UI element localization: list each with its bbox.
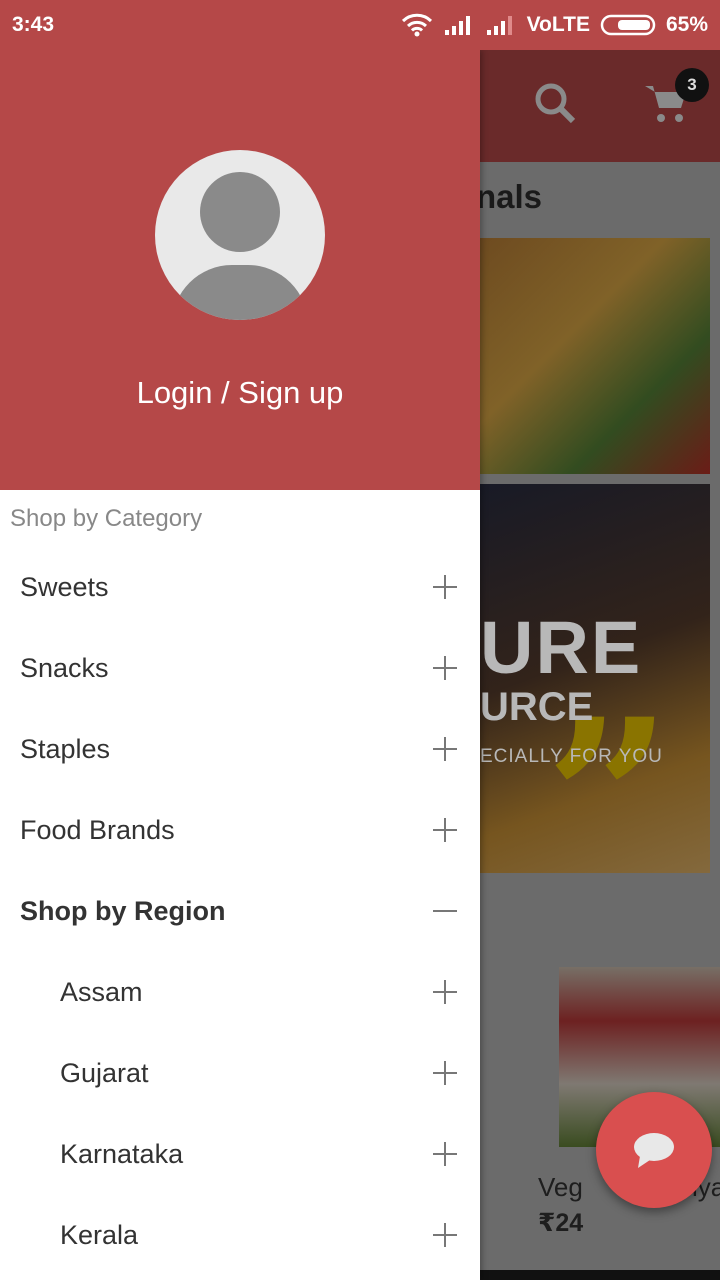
avatar[interactable] bbox=[155, 150, 325, 320]
wifi-icon bbox=[401, 13, 432, 37]
signal-icon bbox=[444, 16, 470, 35]
plus-icon[interactable] bbox=[433, 1061, 457, 1085]
drawer-item-label: Food Brands bbox=[20, 815, 175, 845]
drawer-item-label: Assam bbox=[60, 977, 143, 1007]
drawer-item-label: Snacks bbox=[20, 653, 109, 683]
plus-icon[interactable] bbox=[433, 656, 457, 680]
drawer-item-food-brands[interactable]: Food Brands bbox=[0, 790, 480, 871]
drawer-item-gujarat[interactable]: Gujarat bbox=[0, 1033, 480, 1114]
plus-icon[interactable] bbox=[433, 737, 457, 761]
drawer-item-label: Karnataka bbox=[60, 1139, 184, 1169]
cart-count-badge: 3 bbox=[675, 68, 709, 102]
plus-icon[interactable] bbox=[433, 818, 457, 842]
drawer-item-kerala[interactable]: Kerala bbox=[0, 1195, 480, 1276]
product-price: ₹24 bbox=[538, 1209, 584, 1237]
chat-icon bbox=[634, 1133, 674, 1168]
battery-icon bbox=[600, 14, 656, 36]
chat-button[interactable] bbox=[596, 1092, 712, 1208]
drawer-item-label: Gujarat bbox=[60, 1058, 149, 1088]
drawer-item-shop-by-region[interactable]: Shop by Region bbox=[0, 871, 480, 952]
product-name-part: Veg bbox=[538, 1172, 583, 1202]
status-bar: 3:43 VoLTE 65% bbox=[0, 0, 720, 50]
drawer-item-staples[interactable]: Staples bbox=[0, 709, 480, 790]
search-icon[interactable] bbox=[532, 80, 578, 126]
plus-icon[interactable] bbox=[433, 575, 457, 599]
drawer-item-label: Kerala bbox=[60, 1220, 139, 1250]
login-signup-link[interactable]: Login / Sign up bbox=[0, 375, 480, 411]
drawer-header: Login / Sign up bbox=[0, 50, 480, 490]
drawer-item-label: Staples bbox=[20, 734, 111, 764]
drawer-item-sweets[interactable]: Sweets bbox=[0, 547, 480, 628]
network-type: VoLTE bbox=[526, 13, 590, 36]
signal-icon bbox=[486, 16, 512, 35]
minus-icon[interactable] bbox=[433, 899, 457, 923]
battery-percent: 65% bbox=[665, 13, 708, 36]
drawer-item-label: Sweets bbox=[20, 572, 109, 602]
section-title: nals bbox=[476, 178, 543, 215]
banner-text: URE bbox=[480, 606, 643, 689]
drawer-item-karnataka[interactable]: Karnataka bbox=[0, 1114, 480, 1195]
category-header: Shop by Category bbox=[10, 505, 203, 532]
jars-image[interactable] bbox=[480, 238, 710, 474]
drawer-item-label: Shop by Region bbox=[20, 896, 226, 926]
banner-text: URCE bbox=[480, 685, 594, 729]
plus-icon[interactable] bbox=[433, 1223, 457, 1247]
banner-text: ECIALLY FOR YOU bbox=[480, 746, 663, 767]
plus-icon[interactable] bbox=[433, 1142, 457, 1166]
drawer-item-assam[interactable]: Assam bbox=[0, 952, 480, 1033]
clock: 3:43 bbox=[12, 13, 55, 36]
navigation-drawer: Login / Sign up Shop by Category Sweets S… bbox=[0, 50, 480, 1280]
plus-icon[interactable] bbox=[433, 980, 457, 1004]
drawer-item-snacks[interactable]: Snacks bbox=[0, 628, 480, 709]
